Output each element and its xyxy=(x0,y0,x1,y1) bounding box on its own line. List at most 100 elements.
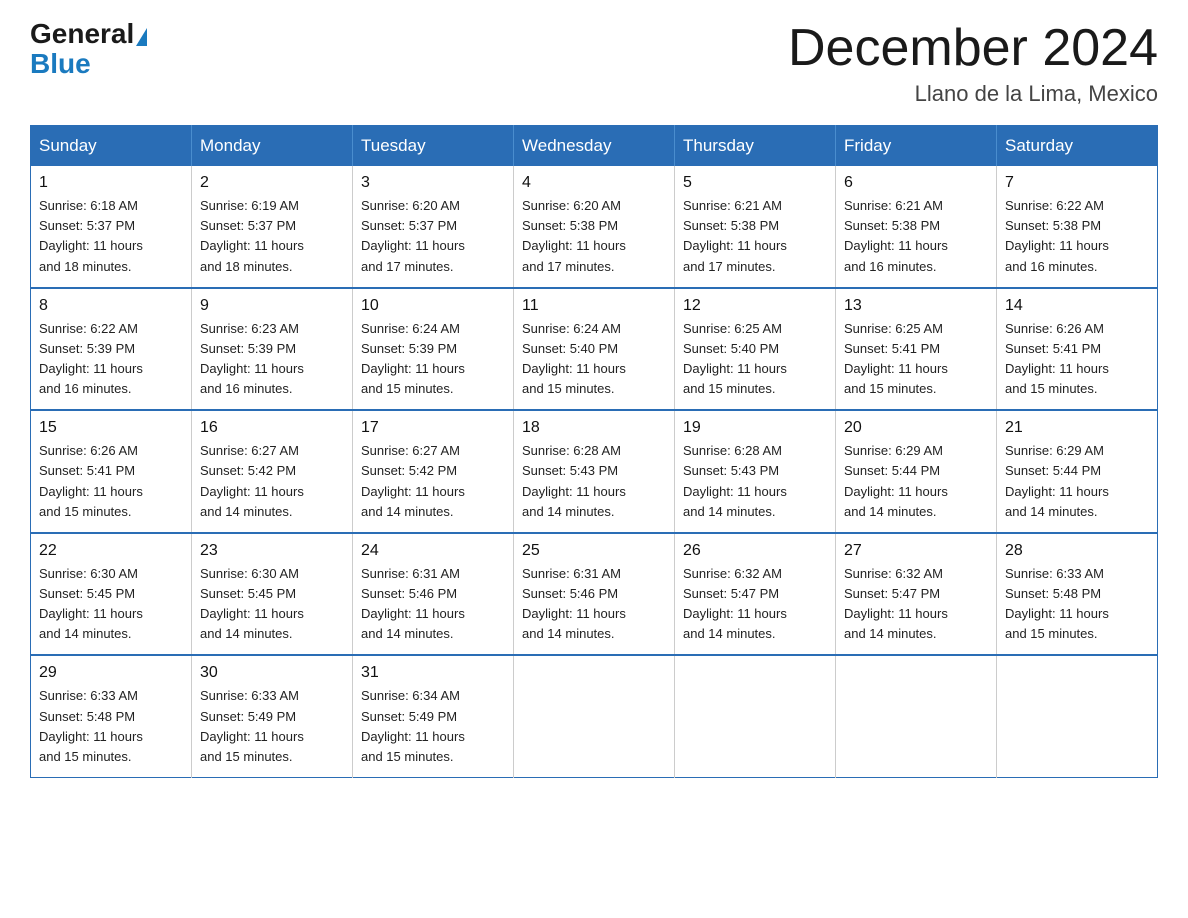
table-row: 26 Sunrise: 6:32 AMSunset: 5:47 PMDayligh… xyxy=(675,533,836,656)
table-row: 29Sunrise: 6:33 AMSunset: 5:48 PMDayligh… xyxy=(31,655,192,777)
day-info: Sunrise: 6:18 AMSunset: 5:37 PMDaylight:… xyxy=(39,196,183,277)
day-number: 14 xyxy=(1005,297,1149,315)
day-info: Sunrise: 6:33 AMSunset: 5:49 PMDaylight:… xyxy=(200,686,344,767)
day-number: 6 xyxy=(844,174,988,192)
table-row: 8 Sunrise: 6:22 AMSunset: 5:39 PMDaylight… xyxy=(31,288,192,411)
table-row: 4 Sunrise: 6:20 AMSunset: 5:38 PMDaylight… xyxy=(514,166,675,288)
table-row: 11 Sunrise: 6:24 AMSunset: 5:40 PMDayligh… xyxy=(514,288,675,411)
day-number: 30 xyxy=(200,664,344,682)
month-title: December 2024 xyxy=(788,20,1158,77)
day-number: 25 xyxy=(522,542,666,560)
day-info: Sunrise: 6:33 AMSunset: 5:48 PMDaylight:… xyxy=(39,686,183,767)
day-info: Sunrise: 6:22 AMSunset: 5:39 PMDaylight:… xyxy=(39,319,183,400)
day-info: Sunrise: 6:28 AMSunset: 5:43 PMDaylight:… xyxy=(522,441,666,522)
calendar-header-row: Sunday Monday Tuesday Wednesday Thursday… xyxy=(31,126,1158,167)
table-row: 3 Sunrise: 6:20 AMSunset: 5:37 PMDaylight… xyxy=(353,166,514,288)
table-row: 28Sunrise: 6:33 AMSunset: 5:48 PMDayligh… xyxy=(997,533,1158,656)
day-info: Sunrise: 6:24 AMSunset: 5:39 PMDaylight:… xyxy=(361,319,505,400)
day-number: 7 xyxy=(1005,174,1149,192)
day-info: Sunrise: 6:24 AMSunset: 5:40 PMDaylight:… xyxy=(522,319,666,400)
table-row: 12 Sunrise: 6:25 AMSunset: 5:40 PMDayligh… xyxy=(675,288,836,411)
day-info: Sunrise: 6:32 AMSunset: 5:47 PMDaylight:… xyxy=(683,564,827,645)
day-number: 17 xyxy=(361,419,505,437)
day-info: Sunrise: 6:30 AMSunset: 5:45 PMDaylight:… xyxy=(39,564,183,645)
col-tuesday: Tuesday xyxy=(353,126,514,167)
col-wednesday: Wednesday xyxy=(514,126,675,167)
day-info: Sunrise: 6:19 AMSunset: 5:37 PMDaylight:… xyxy=(200,196,344,277)
table-row: 10 Sunrise: 6:24 AMSunset: 5:39 PMDayligh… xyxy=(353,288,514,411)
calendar-week-row: 29Sunrise: 6:33 AMSunset: 5:48 PMDayligh… xyxy=(31,655,1158,777)
day-info: Sunrise: 6:23 AMSunset: 5:39 PMDaylight:… xyxy=(200,319,344,400)
day-info: Sunrise: 6:20 AMSunset: 5:38 PMDaylight:… xyxy=(522,196,666,277)
day-info: Sunrise: 6:32 AMSunset: 5:47 PMDaylight:… xyxy=(844,564,988,645)
day-number: 16 xyxy=(200,419,344,437)
table-row: 6 Sunrise: 6:21 AMSunset: 5:38 PMDaylight… xyxy=(836,166,997,288)
day-number: 12 xyxy=(683,297,827,315)
calendar-week-row: 15Sunrise: 6:26 AMSunset: 5:41 PMDayligh… xyxy=(31,410,1158,533)
day-number: 15 xyxy=(39,419,183,437)
day-number: 24 xyxy=(361,542,505,560)
day-number: 5 xyxy=(683,174,827,192)
col-sunday: Sunday xyxy=(31,126,192,167)
day-number: 31 xyxy=(361,664,505,682)
calendar-week-row: 22 Sunrise: 6:30 AMSunset: 5:45 PMDayligh… xyxy=(31,533,1158,656)
table-row: 27 Sunrise: 6:32 AMSunset: 5:47 PMDayligh… xyxy=(836,533,997,656)
table-row: 21Sunrise: 6:29 AMSunset: 5:44 PMDayligh… xyxy=(997,410,1158,533)
day-number: 1 xyxy=(39,174,183,192)
table-row: 5 Sunrise: 6:21 AMSunset: 5:38 PMDaylight… xyxy=(675,166,836,288)
day-number: 27 xyxy=(844,542,988,560)
table-row: 25 Sunrise: 6:31 AMSunset: 5:46 PMDayligh… xyxy=(514,533,675,656)
logo: General Blue xyxy=(30,20,147,80)
table-row xyxy=(997,655,1158,777)
day-number: 8 xyxy=(39,297,183,315)
day-info: Sunrise: 6:20 AMSunset: 5:37 PMDaylight:… xyxy=(361,196,505,277)
day-info: Sunrise: 6:31 AMSunset: 5:46 PMDaylight:… xyxy=(361,564,505,645)
day-info: Sunrise: 6:25 AMSunset: 5:40 PMDaylight:… xyxy=(683,319,827,400)
title-block: December 2024 Llano de la Lima, Mexico xyxy=(788,20,1158,107)
table-row: 23Sunrise: 6:30 AMSunset: 5:45 PMDayligh… xyxy=(192,533,353,656)
calendar-table: Sunday Monday Tuesday Wednesday Thursday… xyxy=(30,125,1158,778)
day-number: 26 xyxy=(683,542,827,560)
table-row: 31 Sunrise: 6:34 AMSunset: 5:49 PMDayligh… xyxy=(353,655,514,777)
day-info: Sunrise: 6:25 AMSunset: 5:41 PMDaylight:… xyxy=(844,319,988,400)
table-row: 16 Sunrise: 6:27 AMSunset: 5:42 PMDayligh… xyxy=(192,410,353,533)
day-info: Sunrise: 6:29 AMSunset: 5:44 PMDaylight:… xyxy=(1005,441,1149,522)
logo-blue-text: Blue xyxy=(30,48,91,80)
day-number: 9 xyxy=(200,297,344,315)
day-info: Sunrise: 6:29 AMSunset: 5:44 PMDaylight:… xyxy=(844,441,988,522)
day-info: Sunrise: 6:31 AMSunset: 5:46 PMDaylight:… xyxy=(522,564,666,645)
day-number: 22 xyxy=(39,542,183,560)
day-info: Sunrise: 6:27 AMSunset: 5:42 PMDaylight:… xyxy=(200,441,344,522)
day-info: Sunrise: 6:28 AMSunset: 5:43 PMDaylight:… xyxy=(683,441,827,522)
location-subtitle: Llano de la Lima, Mexico xyxy=(788,81,1158,107)
day-info: Sunrise: 6:27 AMSunset: 5:42 PMDaylight:… xyxy=(361,441,505,522)
table-row: 15Sunrise: 6:26 AMSunset: 5:41 PMDayligh… xyxy=(31,410,192,533)
day-info: Sunrise: 6:26 AMSunset: 5:41 PMDaylight:… xyxy=(1005,319,1149,400)
page-header: General Blue December 2024 Llano de la L… xyxy=(30,20,1158,107)
table-row xyxy=(675,655,836,777)
day-info: Sunrise: 6:33 AMSunset: 5:48 PMDaylight:… xyxy=(1005,564,1149,645)
col-friday: Friday xyxy=(836,126,997,167)
day-number: 2 xyxy=(200,174,344,192)
day-number: 18 xyxy=(522,419,666,437)
day-number: 23 xyxy=(200,542,344,560)
table-row: 17 Sunrise: 6:27 AMSunset: 5:42 PMDayligh… xyxy=(353,410,514,533)
day-number: 19 xyxy=(683,419,827,437)
day-info: Sunrise: 6:21 AMSunset: 5:38 PMDaylight:… xyxy=(683,196,827,277)
day-info: Sunrise: 6:21 AMSunset: 5:38 PMDaylight:… xyxy=(844,196,988,277)
day-info: Sunrise: 6:22 AMSunset: 5:38 PMDaylight:… xyxy=(1005,196,1149,277)
day-number: 11 xyxy=(522,297,666,315)
table-row: 18 Sunrise: 6:28 AMSunset: 5:43 PMDayligh… xyxy=(514,410,675,533)
table-row: 1 Sunrise: 6:18 AMSunset: 5:37 PMDaylight… xyxy=(31,166,192,288)
col-thursday: Thursday xyxy=(675,126,836,167)
table-row: 13Sunrise: 6:25 AMSunset: 5:41 PMDayligh… xyxy=(836,288,997,411)
col-saturday: Saturday xyxy=(997,126,1158,167)
logo-general-text: General xyxy=(30,20,134,48)
day-number: 4 xyxy=(522,174,666,192)
day-number: 10 xyxy=(361,297,505,315)
logo-triangle-icon xyxy=(136,28,147,46)
calendar-week-row: 8 Sunrise: 6:22 AMSunset: 5:39 PMDaylight… xyxy=(31,288,1158,411)
table-row: 9 Sunrise: 6:23 AMSunset: 5:39 PMDaylight… xyxy=(192,288,353,411)
day-number: 3 xyxy=(361,174,505,192)
day-info: Sunrise: 6:34 AMSunset: 5:49 PMDaylight:… xyxy=(361,686,505,767)
